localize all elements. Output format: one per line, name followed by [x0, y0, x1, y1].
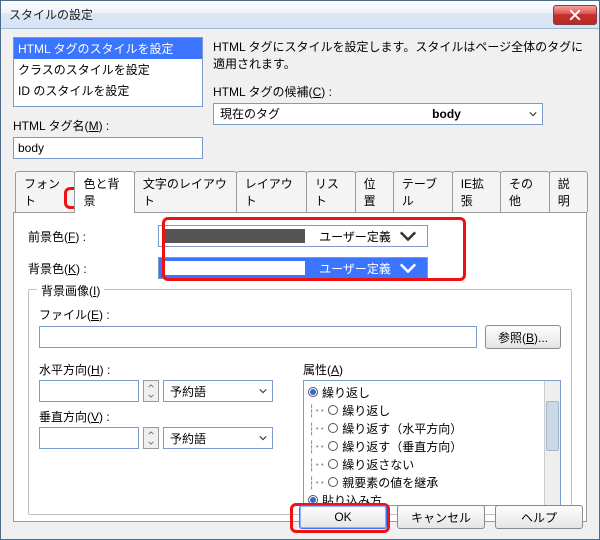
browse-button[interactable]: 参照(B)... — [485, 325, 561, 349]
content-area: HTML タグのスタイルを設定 クラスのスタイルを設定 ID のスタイルを設定 … — [1, 29, 599, 522]
spinner-down-icon[interactable] — [144, 438, 158, 448]
close-icon — [569, 9, 581, 21]
vdir-label: 垂直方向(V) : — [39, 408, 289, 425]
background-swatch — [165, 261, 305, 275]
cancel-button[interactable]: キャンセル — [397, 505, 485, 529]
combo-prefix: 現在のタグ — [214, 105, 369, 122]
tab-table[interactable]: テーブル — [393, 171, 453, 212]
style-type-list[interactable]: HTML タグのスタイルを設定 クラスのスタイルを設定 ID のスタイルを設定 — [13, 37, 203, 107]
foreground-color-text: ユーザー定義 — [311, 228, 399, 245]
tag-candidate-combo[interactable]: 現在のタグ body — [213, 103, 543, 125]
foreground-label: 前景色(F) : — [28, 228, 158, 245]
radio-icon[interactable] — [328, 405, 338, 415]
tab-text-layout[interactable]: 文字のレイアウト — [134, 171, 237, 212]
combo-value: body — [369, 107, 524, 121]
tabstrip: フォント 色と背景 文字のレイアウト レイアウト リスト 位置 テーブル IE拡… — [15, 171, 587, 212]
tree-group: 繰り返し — [322, 384, 370, 401]
hdir-unit-combo[interactable]: 予約語 — [163, 380, 273, 402]
file-input[interactable] — [39, 326, 477, 348]
scrollbar-thumb[interactable] — [546, 401, 559, 451]
tab-desc[interactable]: 説明 — [549, 171, 588, 212]
foreground-swatch — [165, 229, 305, 243]
tab-ie-ext[interactable]: IE拡張 — [452, 171, 501, 212]
chevron-down-icon — [524, 104, 542, 124]
hdir-unit-text: 予約語 — [164, 383, 254, 400]
tree-item[interactable]: 繰り返す（水平方向） — [342, 420, 462, 437]
background-color-combo[interactable]: ユーザー定義 — [158, 257, 428, 279]
hdir-spinner[interactable] — [143, 380, 159, 402]
dialog-window: スタイルの設定 HTML タグのスタイルを設定 クラスのスタイルを設定 ID の… — [0, 0, 600, 540]
scrollbar[interactable] — [544, 381, 560, 505]
close-button[interactable] — [553, 5, 597, 25]
attr-label: 属性(A) — [303, 361, 561, 378]
spinner-up-icon[interactable] — [144, 381, 158, 391]
tab-panel-color-bg: 前景色(F) : ユーザー定義 背景色(K) : ユーザー定義 — [13, 212, 587, 522]
tree-item[interactable]: 繰り返さない — [342, 456, 414, 473]
vdir-unit-text: 予約語 — [164, 430, 254, 447]
spinner-down-icon[interactable] — [144, 391, 158, 401]
list-item[interactable]: HTML タグのスタイルを設定 — [14, 38, 202, 59]
window-title: スタイルの設定 — [9, 6, 553, 23]
chevron-down-icon — [399, 227, 417, 245]
radio-icon[interactable] — [328, 477, 338, 487]
list-item[interactable]: クラスのスタイルを設定 — [14, 59, 202, 80]
background-color-text: ユーザー定義 — [311, 260, 399, 277]
chevron-down-icon — [254, 428, 272, 448]
radio-icon[interactable] — [328, 459, 338, 469]
tree-item[interactable]: 繰り返す（垂直方向） — [342, 438, 462, 455]
tree-item[interactable]: 繰り返し — [342, 402, 390, 419]
tag-name-label: HTML タグ名(M) : — [13, 117, 203, 134]
button-bar: OK キャンセル ヘルプ — [299, 505, 583, 529]
tab-layout[interactable]: レイアウト — [236, 171, 307, 212]
radio-icon — [308, 387, 318, 397]
foreground-color-combo[interactable]: ユーザー定義 — [158, 225, 428, 247]
ok-button[interactable]: OK — [299, 505, 387, 529]
background-label: 背景色(K) : — [28, 260, 158, 277]
vdir-spinner[interactable] — [143, 427, 159, 449]
list-item[interactable]: ID のスタイルを設定 — [14, 80, 202, 101]
chevron-down-icon — [254, 381, 272, 401]
file-label: ファイル(E) : — [39, 306, 561, 323]
titlebar: スタイルの設定 — [1, 1, 599, 29]
radio-icon — [308, 495, 318, 505]
bg-image-legend: 背景画像(I) — [37, 282, 104, 299]
vdir-unit-combo[interactable]: 予約語 — [163, 427, 273, 449]
bg-image-group: 背景画像(I) ファイル(E) : 参照(B)... 水平方向(H) : — [28, 289, 572, 515]
spinner-up-icon[interactable] — [144, 428, 158, 438]
description-text: HTML タグにスタイルを設定します。スタイルはページ全体のタグに適用されます。 — [213, 37, 587, 73]
radio-icon[interactable] — [328, 441, 338, 451]
vdir-input[interactable] — [39, 427, 139, 449]
attr-tree[interactable]: 繰り返し ┆･･繰り返し ┆･･繰り返す（水平方向） ┆･･繰り返す（垂直方向）… — [303, 380, 561, 506]
chevron-down-icon — [399, 259, 417, 277]
tree-item[interactable]: 親要素の値を継承 — [342, 474, 438, 491]
tag-name-input[interactable] — [13, 137, 203, 159]
help-button[interactable]: ヘルプ — [495, 505, 583, 529]
tab-font[interactable]: フォント — [15, 171, 75, 212]
tag-candidates-label: HTML タグの候補(C) : — [213, 83, 587, 100]
hdir-label: 水平方向(H) : — [39, 361, 289, 378]
tab-color-bg[interactable]: 色と背景 — [74, 171, 134, 212]
tree-group: 貼り込み方 — [322, 492, 382, 507]
tab-list[interactable]: リスト — [306, 171, 356, 212]
radio-icon[interactable] — [328, 423, 338, 433]
hdir-input[interactable] — [39, 380, 139, 402]
tab-container: フォント 色と背景 文字のレイアウト レイアウト リスト 位置 テーブル IE拡… — [13, 171, 587, 522]
tab-position[interactable]: 位置 — [355, 171, 394, 212]
tab-other[interactable]: その他 — [500, 171, 550, 212]
